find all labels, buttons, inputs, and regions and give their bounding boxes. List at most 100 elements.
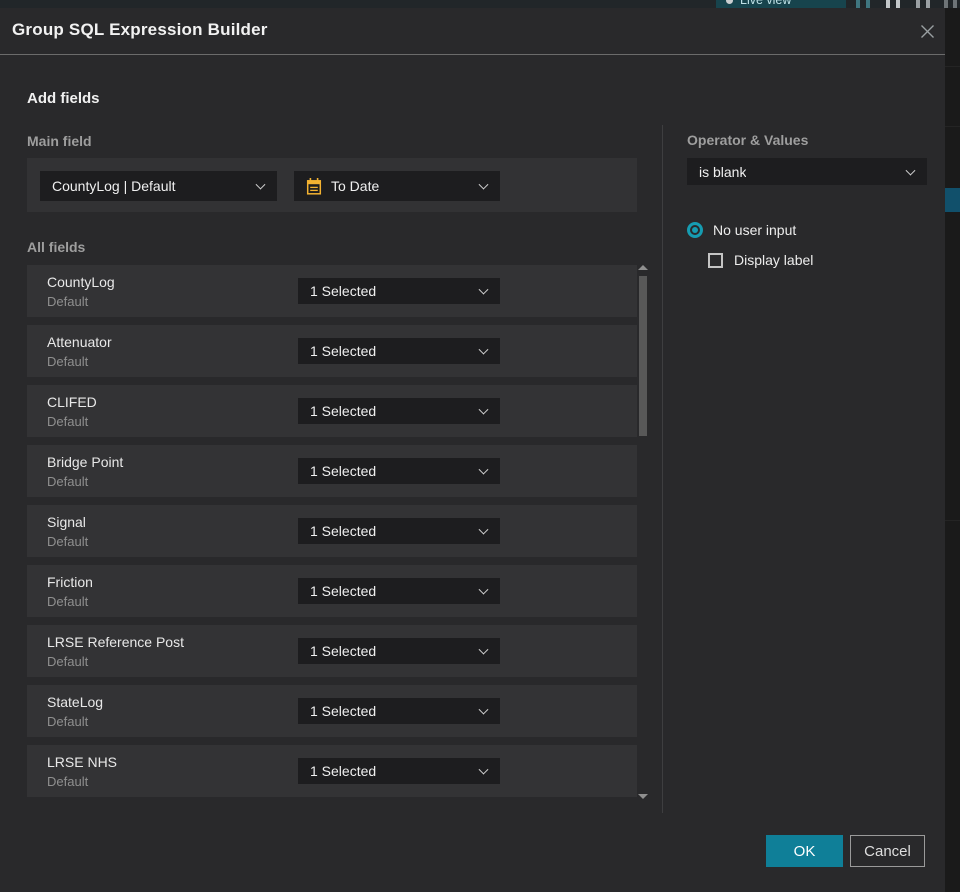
field-name: Friction [47,574,93,590]
ok-button[interactable]: OK [766,835,843,867]
no-user-input-label: No user input [713,222,797,238]
field-name: LRSE NHS [47,754,118,770]
field-selection-dropdown[interactable]: 1 Selected [298,338,500,364]
field-selection-dropdown[interactable]: 1 Selected [298,638,500,664]
cancel-button[interactable]: Cancel [850,835,925,867]
all-fields-list: CountyLog Default 1 Selected Attenuator … [27,265,637,805]
live-view-label: Live view [740,0,792,7]
chevron-down-icon [478,524,489,535]
field-name: Attenuator [47,334,112,350]
background-selected-item-fragment [945,188,960,212]
chevron-down-icon [478,404,489,415]
date-type-dropdown[interactable]: To Date [294,171,500,201]
chevron-down-icon [905,165,916,176]
chevron-down-icon [478,179,489,190]
field-row[interactable]: LRSE Reference Post Default 1 Selected [27,625,637,677]
field-subtitle: Default [47,654,89,669]
field-name: Signal [47,514,86,530]
chevron-down-icon [478,704,489,715]
add-fields-heading: Add fields [27,90,100,107]
field-row[interactable]: Bridge Point Default 1 Selected [27,445,637,497]
field-selection-value: 1 Selected [310,463,377,479]
field-subtitle: Default [47,714,89,729]
chevron-down-icon [478,584,489,595]
field-selection-value: 1 Selected [310,403,377,419]
display-label-checkbox[interactable]: Display label [708,252,813,268]
field-selection-dropdown[interactable]: 1 Selected [298,518,500,544]
screen: Live view Group SQL Expression Builder A… [0,0,960,892]
group-sql-expression-builder-dialog: Group SQL Expression Builder Add fields … [0,8,945,892]
field-selection-value: 1 Selected [310,583,377,599]
background-row-divider [945,126,960,127]
toolbar-icon-fragment [926,0,930,8]
field-name: StateLog [47,694,104,710]
field-row[interactable]: CountyLog Default 1 Selected [27,265,637,317]
chevron-down-icon [478,764,489,775]
close-icon [920,24,934,38]
field-subtitle: Default [47,294,89,309]
display-label-label: Display label [734,252,814,268]
field-selection-dropdown[interactable]: 1 Selected [298,698,500,724]
scrollbar-thumb[interactable] [639,276,647,436]
checkbox-icon [708,252,723,268]
scrollbar-down-arrow[interactable] [638,794,648,799]
toolbar-icon-fragment [953,0,957,8]
field-row[interactable]: Signal Default 1 Selected [27,505,637,557]
toolbar-icon-fragment [944,0,948,8]
field-name: LRSE Reference Post [47,634,184,650]
main-field-dropdown-value: CountyLog | Default [52,178,176,194]
main-field-dropdown[interactable]: CountyLog | Default [40,171,277,201]
live-view-dot-icon [726,0,733,4]
chevron-down-icon [478,644,489,655]
field-subtitle: Default [47,474,89,489]
chevron-down-icon [255,179,266,190]
background-row-divider [945,66,960,67]
toolbar-icon-fragment [856,0,860,8]
calendar-icon [306,177,322,195]
field-row[interactable]: Friction Default 1 Selected [27,565,637,617]
field-selection-value: 1 Selected [310,703,377,719]
field-selection-dropdown[interactable]: 1 Selected [298,278,500,304]
field-selection-value: 1 Selected [310,523,377,539]
field-selection-value: 1 Selected [310,343,377,359]
toolbar-icon-fragment [866,0,870,8]
chevron-down-icon [478,464,489,475]
close-button[interactable] [917,21,937,41]
field-subtitle: Default [47,594,89,609]
field-row[interactable]: LRSE NHS Default 1 Selected [27,745,637,797]
field-selection-dropdown[interactable]: 1 Selected [298,758,500,784]
operator-dropdown[interactable]: is blank [687,158,927,185]
field-subtitle: Default [47,414,89,429]
field-name: Bridge Point [47,454,124,470]
field-subtitle: Default [47,354,89,369]
toolbar-icon-fragment [896,0,900,8]
field-row[interactable]: StateLog Default 1 Selected [27,685,637,737]
no-user-input-radio[interactable]: No user input [687,222,796,238]
field-selection-value: 1 Selected [310,283,377,299]
operator-dropdown-value: is blank [699,163,747,180]
operator-values-label: Operator & Values [687,132,809,148]
field-row[interactable]: Attenuator Default 1 Selected [27,325,637,377]
field-name: CountyLog [47,274,115,290]
field-subtitle: Default [47,534,89,549]
field-selection-value: 1 Selected [310,643,377,659]
toolbar-icon-fragment [916,0,920,8]
main-field-label: Main field [27,133,92,149]
chevron-down-icon [478,284,489,295]
field-subtitle: Default [47,774,89,789]
live-view-button[interactable]: Live view [716,0,846,8]
all-fields-label: All fields [27,239,86,255]
dialog-title-bar: Group SQL Expression Builder [0,8,945,55]
background-panel [945,8,960,892]
field-selection-dropdown[interactable]: 1 Selected [298,398,500,424]
main-field-box: CountyLog | Default To Date [27,158,637,212]
chevron-down-icon [478,344,489,355]
field-selection-dropdown[interactable]: 1 Selected [298,578,500,604]
radio-icon [687,222,703,238]
scrollbar-up-arrow[interactable] [638,265,648,270]
panel-divider [662,125,663,813]
dialog-title: Group SQL Expression Builder [12,20,268,39]
background-row-divider [945,520,960,521]
field-selection-dropdown[interactable]: 1 Selected [298,458,500,484]
field-row[interactable]: CLIFED Default 1 Selected [27,385,637,437]
